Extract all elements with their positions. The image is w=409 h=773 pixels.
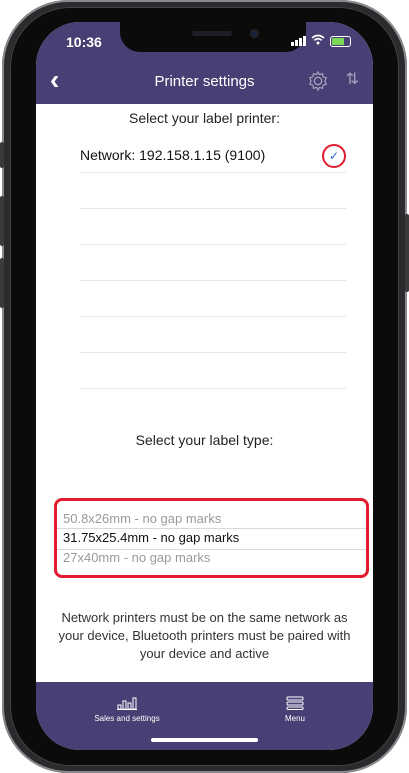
printer-row[interactable]: Network: 192.158.1.15 (9100) ✓ bbox=[80, 137, 346, 173]
tab-menu[interactable]: Menu bbox=[272, 696, 318, 723]
battery-icon bbox=[330, 35, 351, 47]
volume-up-button bbox=[0, 196, 4, 246]
notch bbox=[120, 22, 306, 52]
header-bar: 10:36 ‹ Printer settings ⇅ bbox=[36, 22, 373, 104]
app-screen: 10:36 ‹ Printer settings ⇅ Select your l… bbox=[36, 22, 373, 750]
footer-note: Network printers must be on the same net… bbox=[58, 610, 351, 661]
status-icons bbox=[291, 34, 351, 48]
label-section-title: Select your label type: bbox=[135, 432, 274, 448]
earpiece bbox=[192, 31, 232, 36]
tab-sales-and-settings[interactable]: Sales and settings bbox=[82, 696, 172, 723]
tab-bar: Sales and settings Menu bbox=[36, 682, 373, 750]
checkmark-icon: ✓ bbox=[322, 144, 346, 168]
volume-down-button bbox=[0, 258, 4, 308]
label-type-picker[interactable]: 50.8x26mm - no gap marks 31.75x25.4mm - … bbox=[54, 498, 369, 578]
printer-section-title: Select your label printer: bbox=[129, 110, 280, 126]
sort-icon[interactable]: ⇅ bbox=[346, 69, 359, 89]
picker-option[interactable]: 50.8x26mm - no gap marks bbox=[63, 511, 221, 526]
printer-row-empty[interactable] bbox=[80, 281, 346, 317]
wifi-icon bbox=[311, 34, 325, 48]
silent-switch bbox=[0, 142, 4, 168]
picker-option-selected[interactable]: 31.75x25.4mm - no gap marks bbox=[63, 530, 239, 545]
menu-icon bbox=[286, 696, 304, 710]
tab-label: Menu bbox=[284, 714, 305, 723]
printer-name: Network: 192.158.1.15 (9100) bbox=[80, 146, 266, 163]
signal-icon bbox=[291, 36, 306, 46]
front-camera bbox=[250, 29, 259, 38]
printer-row-empty[interactable] bbox=[80, 173, 346, 209]
printer-row-empty[interactable] bbox=[80, 209, 346, 245]
printer-row-empty[interactable] bbox=[80, 245, 346, 281]
printer-list: Network: 192.158.1.15 (9100) ✓ bbox=[80, 137, 346, 389]
printer-row-empty[interactable] bbox=[80, 317, 346, 353]
bar-chart-icon bbox=[117, 697, 137, 710]
picker-option-faded bbox=[63, 501, 66, 509]
printer-row-empty[interactable] bbox=[80, 353, 346, 389]
power-button bbox=[405, 214, 409, 292]
home-indicator[interactable] bbox=[151, 738, 258, 742]
picker-option[interactable]: 27x40mm - no gap marks bbox=[63, 550, 210, 565]
gear-icon[interactable] bbox=[307, 70, 329, 92]
status-time: 10:36 bbox=[66, 34, 102, 50]
tab-label: Sales and settings bbox=[94, 714, 160, 723]
